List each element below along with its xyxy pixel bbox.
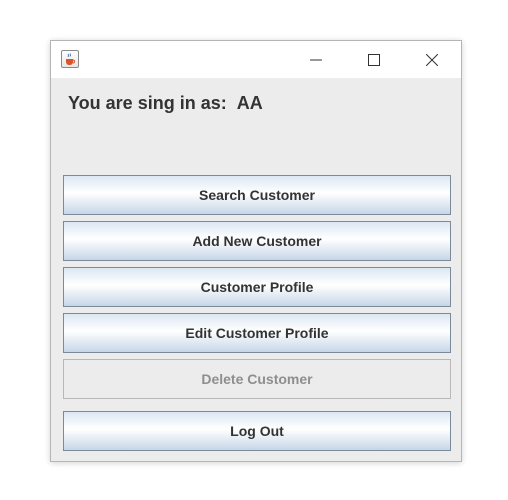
- edit-customer-profile-button[interactable]: Edit Customer Profile: [63, 313, 451, 353]
- close-button[interactable]: [409, 41, 455, 78]
- app-window: You are sing in as: AA Search Customer Ad…: [50, 40, 462, 462]
- close-icon: [426, 54, 438, 66]
- maximize-icon: [368, 54, 380, 66]
- minimize-button[interactable]: [293, 41, 339, 78]
- search-customer-button[interactable]: Search Customer: [63, 175, 451, 215]
- java-coffee-cup-icon[interactable]: [61, 50, 79, 68]
- add-new-customer-button[interactable]: Add New Customer: [63, 221, 451, 261]
- signed-in-label: You are sing in as:: [68, 93, 227, 113]
- minimize-icon: [310, 59, 322, 61]
- signed-in-username: AA: [236, 93, 263, 113]
- customer-profile-button[interactable]: Customer Profile: [63, 267, 451, 307]
- title-bar[interactable]: [51, 41, 461, 78]
- delete-customer-button: Delete Customer: [63, 359, 451, 399]
- maximize-button[interactable]: [351, 41, 397, 78]
- signed-in-status: You are sing in as: AA: [68, 93, 263, 114]
- log-out-button[interactable]: Log Out: [63, 411, 451, 451]
